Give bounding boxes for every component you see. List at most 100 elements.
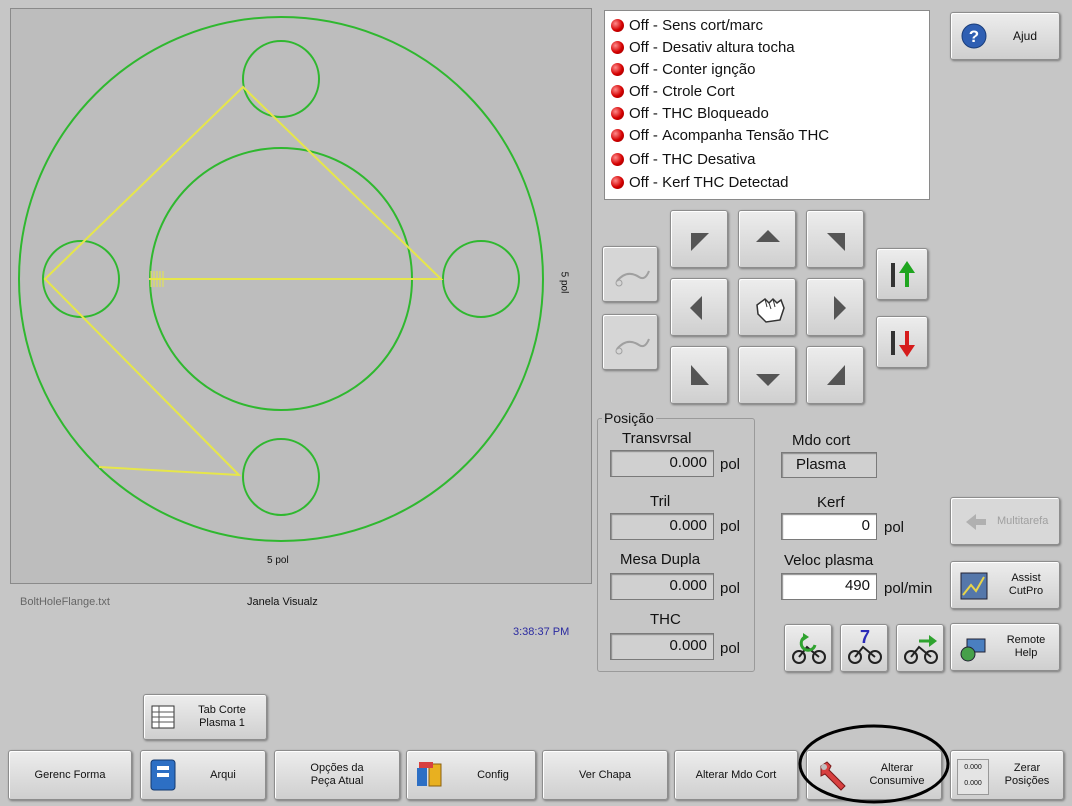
torch-on-button[interactable]	[602, 314, 658, 370]
hand-icon	[756, 297, 785, 323]
mesa-dupla-value: 0.000	[610, 573, 714, 600]
clock: 3:38:37 PM	[513, 626, 570, 638]
jog-right-button[interactable]	[806, 278, 864, 336]
process-back-button[interactable]	[784, 624, 832, 672]
tab-corte-button[interactable]: Tab Corte Plasma 1	[143, 694, 267, 740]
status-led-icon	[611, 18, 624, 32]
transversal-unit: pol	[720, 456, 741, 473]
status-led-icon	[611, 128, 624, 142]
remote-help-label: Remote Help	[1006, 634, 1046, 659]
file-icon	[150, 759, 176, 791]
cut-path	[43, 85, 444, 477]
status-state: Off -	[629, 126, 658, 144]
multitarefa-label: Multitarefa	[997, 515, 1049, 527]
bolt-hole-top	[242, 40, 320, 118]
part-viewer[interactable]: 5 pol 5 pol	[10, 8, 592, 584]
plasma-speed-input[interactable]: 490	[781, 573, 877, 600]
torch-down-icon	[891, 331, 915, 357]
gerenc-forma-button[interactable]: Gerenc Forma	[8, 750, 132, 800]
arrow-down-icon	[756, 374, 780, 386]
tril-unit: pol	[720, 518, 741, 535]
status-row: Off - Kerf THC Detectad	[611, 171, 789, 193]
status-row: Off - THC Bloqueado	[611, 102, 769, 124]
cut-mode-value: Plasma	[781, 452, 877, 478]
zero-readout-icon: 0.000 0.000	[957, 759, 989, 795]
zerar-posicoes-button[interactable]: 0.000 0.000 Zerar Posições	[950, 750, 1064, 800]
dimension-width-label: 5 pol	[267, 555, 289, 566]
arrow-down-left-icon	[691, 365, 709, 385]
assist-cutpro-button[interactable]: Assist CutPro	[950, 561, 1060, 609]
status-panel: Off - Sens cort/marc Off - Desativ altur…	[604, 10, 930, 200]
jog-down-left-button[interactable]	[670, 346, 728, 404]
bike-forward-icon	[904, 635, 938, 664]
opcoes-peca-button[interactable]: Opções da Peça Atual	[274, 750, 400, 800]
jog-up-right-button[interactable]	[806, 210, 864, 268]
torch-raise-button[interactable]	[876, 248, 928, 300]
assist-cutpro-label: Assist CutPro	[1008, 572, 1044, 597]
status-label: Acompanha Tensão THC	[662, 126, 830, 144]
tril-label: Tril	[650, 493, 671, 510]
status-led-icon	[611, 84, 624, 98]
status-led-icon	[611, 62, 624, 76]
status-label: Sens cort/marc	[662, 16, 763, 34]
multitarefa-button[interactable]: Multitarefa	[950, 497, 1060, 545]
mesa-dupla-label: Mesa Dupla	[620, 551, 701, 568]
status-row: Off - Desativ altura tocha	[611, 36, 795, 58]
status-state: Off -	[629, 60, 658, 78]
zerar-posicoes-label: Zerar Posições	[1004, 762, 1050, 787]
cutpro-icon	[960, 572, 988, 600]
arqui-button[interactable]: Arqui	[140, 750, 266, 800]
help-label: Ajud	[1013, 29, 1038, 43]
process-forward-button[interactable]	[896, 624, 944, 672]
process-counter-label: 7	[860, 627, 871, 647]
jog-down-button[interactable]	[738, 346, 796, 404]
file-name: BoltHoleFlange.txt	[20, 596, 110, 608]
mesa-dupla-unit: pol	[720, 580, 741, 597]
status-label: THC Desativa	[662, 150, 756, 168]
arrow-up-icon	[756, 230, 780, 242]
ver-chapa-button[interactable]: Ver Chapa	[542, 750, 668, 800]
bolt-hole-right	[442, 240, 520, 318]
status-led-icon	[611, 106, 624, 120]
plasma-speed-unit: pol/min	[884, 580, 933, 597]
torch-icon	[615, 338, 650, 355]
kerf-label: Kerf	[817, 494, 845, 511]
arrow-up-left-icon	[691, 233, 709, 251]
arqui-label: Arqui	[210, 769, 236, 781]
help-button[interactable]: ? Ajud	[950, 12, 1060, 60]
gerenc-forma-label: Gerenc Forma	[34, 769, 106, 781]
jog-left-button[interactable]	[670, 278, 728, 336]
position-group-title: Posição	[602, 410, 656, 426]
kerf-unit: pol	[884, 519, 905, 536]
jog-up-button[interactable]	[738, 210, 796, 268]
viewer-title: Janela Visualz	[247, 596, 318, 608]
remote-help-button[interactable]: Remote Help	[950, 623, 1060, 671]
jog-down-right-button[interactable]	[806, 346, 864, 404]
highlight-ellipse	[798, 724, 950, 804]
bolt-hole-bottom	[242, 438, 320, 516]
kerf-input[interactable]: 0	[781, 513, 877, 540]
process-counter-button[interactable]: 7	[840, 624, 888, 672]
arrow-left-icon	[690, 296, 702, 320]
jog-up-left-button[interactable]	[670, 210, 728, 268]
alterar-mdo-cort-label: Alterar Mdo Cort	[695, 769, 777, 781]
status-label: Desativ altura tocha	[662, 38, 795, 56]
question-icon: ?	[961, 23, 987, 49]
transversal-label: Transvrsal	[622, 430, 692, 447]
arrow-up-right-icon	[827, 233, 845, 251]
config-button[interactable]: Config	[406, 750, 536, 800]
status-state: Off -	[629, 82, 658, 100]
status-row: Off - Acompanha Tensão THC	[611, 124, 829, 146]
status-led-icon	[611, 152, 624, 166]
status-led-icon	[611, 175, 624, 189]
jog-hand-button[interactable]	[738, 278, 796, 336]
thc-label: THC	[650, 611, 681, 628]
plasma-speed-label: Veloc plasma	[784, 552, 874, 569]
alterar-mdo-cort-button[interactable]: Alterar Mdo Cort	[674, 750, 798, 800]
status-row: Off - THC Desativa	[611, 148, 755, 170]
dimension-height-label: 5 pol	[558, 271, 570, 294]
svg-text:?: ?	[969, 27, 979, 46]
torch-lower-button[interactable]	[876, 316, 928, 368]
torch-off-button[interactable]	[602, 246, 658, 302]
torch-up-icon	[891, 261, 915, 287]
